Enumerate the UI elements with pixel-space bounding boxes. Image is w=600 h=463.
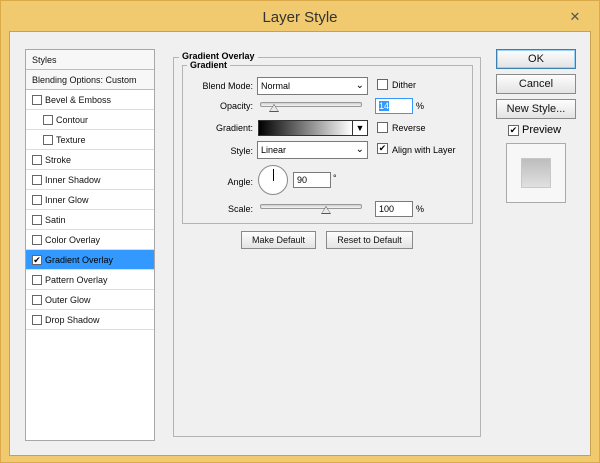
effect-checkbox[interactable] <box>32 175 42 185</box>
effect-checkbox[interactable] <box>32 195 42 205</box>
styles-list: Styles Blending Options: Custom Bevel & … <box>25 49 155 441</box>
reverse-checkbox[interactable] <box>377 122 388 133</box>
effect-item-satin[interactable]: Satin <box>26 210 154 230</box>
effect-checkbox[interactable] <box>43 135 53 145</box>
chevron-down-icon: ⌄ <box>355 80 364 91</box>
gradient-picker[interactable] <box>258 120 353 136</box>
effect-item-stroke[interactable]: Stroke <box>26 150 154 170</box>
scale-slider-thumb[interactable] <box>321 206 331 214</box>
ok-button[interactable]: OK <box>496 49 576 69</box>
styles-header[interactable]: Styles <box>26 50 154 70</box>
scale-slider[interactable] <box>260 204 362 209</box>
checkmark-icon: ✔ <box>509 125 518 135</box>
gradient-group-title: Gradient <box>187 60 231 70</box>
checkmark-icon: ✔ <box>33 255 41 265</box>
blend-mode-value: Normal <box>261 81 291 91</box>
effect-item-color-overlay[interactable]: Color Overlay <box>26 230 154 250</box>
effect-item-pattern-overlay[interactable]: Pattern Overlay <box>26 270 154 290</box>
align-with-layer-label: Align with Layer <box>392 145 456 155</box>
effect-item-outer-glow[interactable]: Outer Glow <box>26 290 154 310</box>
effect-label: Bevel & Emboss <box>45 95 112 105</box>
effect-checkbox[interactable] <box>32 155 42 165</box>
opacity-slider-thumb[interactable] <box>269 104 280 112</box>
effect-checkbox[interactable] <box>32 215 42 225</box>
style-select[interactable]: Linear ⌄ <box>257 141 368 159</box>
effect-item-contour[interactable]: Contour <box>26 110 154 130</box>
effect-checkbox[interactable] <box>32 95 42 105</box>
opacity-percent: % <box>416 101 425 111</box>
angle-value: 90 <box>297 175 308 185</box>
effect-item-inner-glow[interactable]: Inner Glow <box>26 190 154 210</box>
style-value: Linear <box>261 145 287 155</box>
effect-checkbox[interactable] <box>43 115 53 125</box>
effect-label: Inner Glow <box>45 195 89 205</box>
chevron-down-icon: ⌄ <box>355 144 364 155</box>
scale-percent: % <box>416 204 425 214</box>
effect-checkbox[interactable] <box>32 295 42 305</box>
effect-label: Inner Shadow <box>45 175 101 185</box>
effect-item-texture[interactable]: Texture <box>26 130 154 150</box>
make-default-button[interactable]: Make Default <box>241 231 316 249</box>
angle-input[interactable]: 90 <box>293 172 331 188</box>
scale-label: Scale: <box>227 204 253 214</box>
close-button[interactable]: ✕ <box>565 8 585 26</box>
effect-label: Stroke <box>45 155 72 165</box>
chevron-down-icon: ▼ <box>355 123 365 133</box>
reverse-label: Reverse <box>392 123 426 133</box>
dither-checkbox[interactable] <box>377 79 388 90</box>
effect-label: Drop Shadow <box>45 315 100 325</box>
effect-item-bevel-emboss[interactable]: Bevel & Emboss <box>26 90 154 110</box>
layer-style-dialog: Layer Style ✕ Styles Blending Options: C… <box>0 0 600 463</box>
cancel-button[interactable]: Cancel <box>496 74 576 94</box>
scale-value: 100 <box>379 204 395 214</box>
angle-degree-symbol: ° <box>333 173 337 183</box>
blend-mode-label: Blend Mode: <box>202 81 253 91</box>
effect-item-drop-shadow[interactable]: Drop Shadow <box>26 310 154 330</box>
style-label: Style: <box>230 146 253 156</box>
dither-label: Dither <box>392 80 417 90</box>
angle-dial[interactable] <box>258 165 288 195</box>
effect-label: Texture <box>56 135 86 145</box>
blend-mode-select[interactable]: Normal ⌄ <box>257 77 368 95</box>
effect-checkbox[interactable]: ✔ <box>32 255 42 265</box>
style-preview <box>506 143 566 203</box>
gradient-label: Gradient: <box>215 123 253 133</box>
opacity-value: 14 <box>379 101 390 111</box>
effect-checkbox[interactable] <box>32 275 42 285</box>
preview-label: Preview <box>522 124 562 136</box>
effect-label: Satin <box>45 215 66 225</box>
effect-label: Contour <box>56 115 89 125</box>
effect-label: Pattern Overlay <box>45 275 108 285</box>
new-style-button[interactable]: New Style... <box>496 99 576 119</box>
opacity-input[interactable]: 14 <box>375 98 413 114</box>
scale-input[interactable]: 100 <box>375 201 413 217</box>
window-title: Layer Style <box>262 9 338 26</box>
opacity-label: Opacity: <box>219 101 253 111</box>
close-icon: ✕ <box>569 9 581 24</box>
gradient-dropdown[interactable]: ▼ <box>352 120 368 136</box>
effect-item-gradient-overlay[interactable]: ✔ Gradient Overlay <box>26 250 154 270</box>
effect-label: Gradient Overlay <box>45 255 114 265</box>
effect-item-inner-shadow[interactable]: Inner Shadow <box>26 170 154 190</box>
checkmark-icon: ✔ <box>378 143 387 153</box>
reset-to-default-button[interactable]: Reset to Default <box>326 231 413 249</box>
align-with-layer-checkbox[interactable]: ✔ <box>377 143 388 154</box>
effect-label: Color Overlay <box>45 235 101 245</box>
title-bar[interactable]: Layer Style ✕ <box>1 1 599 31</box>
effect-checkbox[interactable] <box>32 235 42 245</box>
preview-swatch <box>521 158 551 188</box>
effect-label: Outer Glow <box>45 295 91 305</box>
preview-checkbox[interactable]: ✔ <box>508 125 519 136</box>
angle-label: Angle: <box>227 177 253 187</box>
effect-checkbox[interactable] <box>32 315 42 325</box>
blending-options-item[interactable]: Blending Options: Custom <box>26 70 154 90</box>
